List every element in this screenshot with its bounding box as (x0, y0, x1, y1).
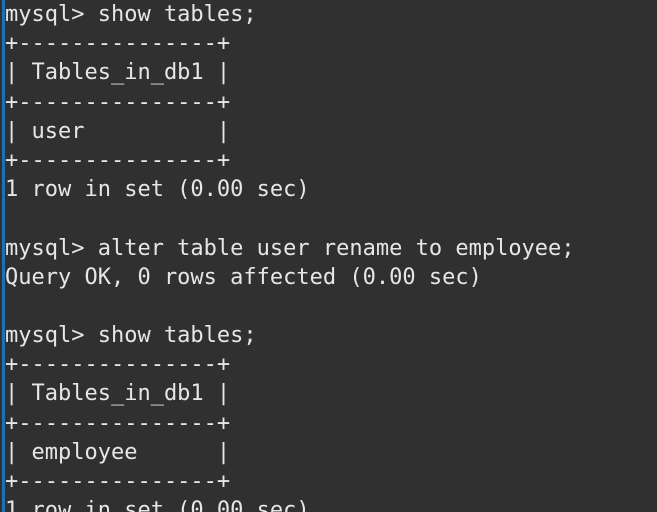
terminal-line: +---------------+ (5, 469, 231, 494)
console-output[interactable]: mysql> show tables; +---------------+ | Ta… (5, 0, 575, 512)
terminal-line: mysql> show tables; (5, 2, 257, 27)
terminal-window[interactable]: mysql> show tables; +---------------+ | Ta… (0, 0, 657, 512)
terminal-line: mysql> alter table user rename to employ… (5, 235, 575, 261)
terminal-line: +---------------+ (5, 89, 231, 115)
terminal-line: | employee | (5, 439, 231, 465)
terminal-line: | user | (5, 118, 231, 144)
terminal-line: +---------------+ (5, 147, 231, 173)
terminal-line: 1 row in set (0.00 sec) (5, 498, 310, 512)
terminal-line: mysql> show tables; (5, 323, 257, 349)
terminal-line: | Tables_in_db1 | (5, 60, 231, 86)
terminal-line: +---------------+ (5, 352, 231, 378)
terminal-line: Query OK, 0 rows affected (0.00 sec) (5, 264, 482, 290)
terminal-line: +---------------+ (5, 31, 231, 57)
terminal-line: +---------------+ (5, 410, 231, 436)
terminal-line: 1 row in set (0.00 sec) (5, 177, 310, 203)
terminal-line: | Tables_in_db1 | (5, 381, 231, 407)
